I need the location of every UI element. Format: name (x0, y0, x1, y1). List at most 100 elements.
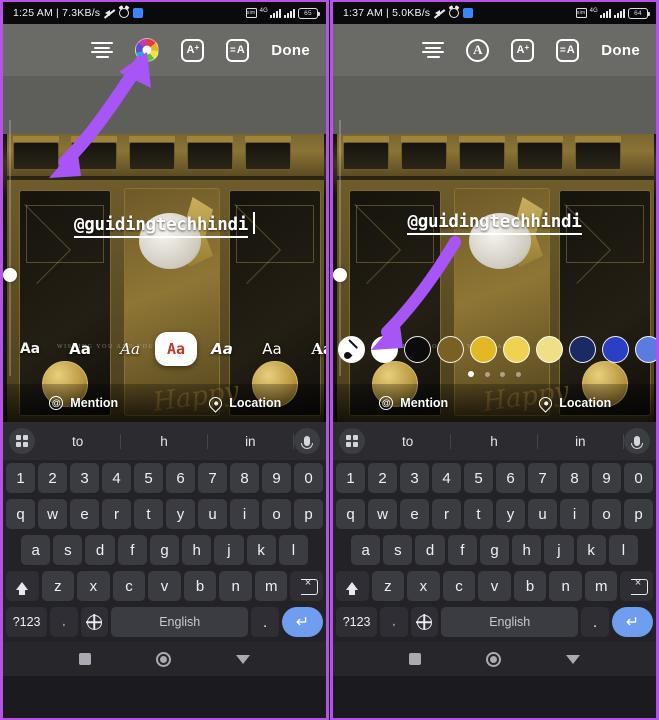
key-r[interactable]: r (102, 499, 131, 529)
symbols-key[interactable]: ?123 (6, 607, 48, 637)
overlay-text[interactable]: @guidingtechhindi (407, 212, 582, 235)
key-k[interactable]: k (576, 535, 606, 565)
location-button[interactable]: Location (495, 393, 657, 413)
key-t[interactable]: t (134, 499, 163, 529)
color-swatch-white[interactable] (371, 335, 398, 363)
key-5[interactable]: 5 (464, 463, 493, 493)
key-n[interactable]: n (219, 571, 252, 601)
font-option-3-selected[interactable]: Aa (155, 332, 197, 366)
color-swatch-blue[interactable] (602, 335, 629, 363)
done-button[interactable]: Done (601, 42, 640, 59)
key-g[interactable]: g (479, 535, 510, 565)
key-e[interactable]: e (70, 499, 99, 529)
emoji-comma-key[interactable]: , (50, 607, 78, 637)
overlay-text-container[interactable]: @guidingtechhindi (3, 212, 326, 238)
key-j[interactable]: j (544, 535, 574, 565)
key-q[interactable]: q (336, 499, 365, 529)
square-recents-icon[interactable] (409, 653, 422, 665)
key-i[interactable]: i (560, 499, 589, 529)
done-button[interactable]: Done (271, 42, 310, 59)
key-t[interactable]: t (464, 499, 493, 529)
slider-knob[interactable] (333, 268, 347, 282)
key-4[interactable]: 4 (102, 463, 131, 493)
color-swatch-navy[interactable] (569, 335, 596, 363)
key-8[interactable]: 8 (560, 463, 589, 493)
emoji-comma-key[interactable]: , (380, 607, 408, 637)
key-0[interactable]: 0 (294, 463, 323, 493)
eyedropper-swatch[interactable] (338, 335, 365, 363)
key-y[interactable]: y (166, 499, 195, 529)
text-style-icon[interactable]: = A (226, 38, 250, 62)
key-l[interactable]: l (608, 535, 638, 565)
key-1[interactable]: 1 (336, 463, 365, 493)
font-option-0[interactable]: Aa (5, 341, 55, 357)
key-3[interactable]: 3 (70, 463, 99, 493)
microphone-icon[interactable] (623, 428, 650, 454)
key-a[interactable]: a (21, 535, 51, 565)
text-effect-icon[interactable]: A + (181, 38, 205, 62)
symbols-key[interactable]: ?123 (336, 607, 378, 637)
key-x[interactable]: x (407, 571, 440, 601)
key-a[interactable]: a (351, 535, 381, 565)
mention-button[interactable]: @ Mention (3, 396, 165, 410)
apps-grid-icon[interactable] (339, 428, 365, 454)
key-z[interactable]: z (371, 571, 405, 601)
enter-icon[interactable]: ↵ (281, 607, 323, 637)
suggestion-2[interactable]: in (538, 433, 624, 449)
key-o[interactable]: o (592, 499, 621, 529)
key-m[interactable]: m (254, 571, 288, 601)
font-option-2[interactable]: Aa (105, 340, 155, 358)
key-f[interactable]: f (447, 535, 477, 565)
key-6[interactable]: 6 (166, 463, 195, 493)
key-u[interactable]: u (528, 499, 557, 529)
suggestion-2[interactable]: in (208, 433, 294, 449)
story-canvas-right[interactable]: WISHING YOU AND YOUR FAMILY Happy @guidi… (333, 76, 656, 422)
font-option-6[interactable]: Aa (297, 340, 326, 358)
color-wheel-icon[interactable] (135, 38, 160, 62)
key-8[interactable]: 8 (230, 463, 259, 493)
text-align-icon[interactable] (422, 42, 445, 58)
backspace-icon[interactable] (620, 571, 654, 601)
circle-home-icon[interactable] (155, 651, 171, 667)
space-key[interactable]: English (111, 607, 249, 637)
text-effect-icon[interactable]: A + (511, 38, 535, 62)
font-picker-row[interactable]: Aa Aa Aa Aa Aa Aa Aa (3, 328, 326, 370)
suggestion-0[interactable]: to (365, 433, 452, 449)
suggestion-0[interactable]: to (35, 433, 122, 449)
enter-icon[interactable]: ↵ (611, 607, 653, 637)
key-m[interactable]: m (584, 571, 618, 601)
key-3[interactable]: 3 (400, 463, 429, 493)
period-key[interactable]: . (251, 607, 279, 637)
color-swatch-gold[interactable] (470, 335, 497, 363)
shift-icon[interactable] (335, 571, 369, 601)
key-r[interactable]: r (432, 499, 461, 529)
color-swatch-black[interactable] (404, 335, 431, 363)
key-h[interactable]: h (512, 535, 542, 565)
key-c[interactable]: c (112, 571, 146, 601)
key-b[interactable]: b (513, 571, 547, 601)
key-z[interactable]: z (41, 571, 75, 601)
story-canvas-left[interactable]: WISHING YOU AND YOUR FAMILY Happy @guidi… (3, 76, 326, 422)
microphone-icon[interactable] (293, 428, 320, 454)
globe-icon[interactable] (410, 607, 439, 637)
space-key[interactable]: English (441, 607, 579, 637)
backspace-icon[interactable] (290, 571, 324, 601)
color-swatch-light-blue[interactable] (635, 335, 656, 363)
key-v[interactable]: v (478, 571, 511, 601)
key-e[interactable]: e (400, 499, 429, 529)
key-u[interactable]: u (198, 499, 227, 529)
mention-button[interactable]: @ Mention (333, 396, 495, 410)
key-h[interactable]: h (182, 535, 212, 565)
key-q[interactable]: q (6, 499, 35, 529)
circle-home-icon[interactable] (485, 651, 501, 667)
key-k[interactable]: k (246, 535, 276, 565)
font-option-4[interactable]: Aa (197, 340, 247, 358)
key-1[interactable]: 1 (6, 463, 35, 493)
circled-a-icon[interactable]: A (466, 38, 490, 62)
key-i[interactable]: i (230, 499, 259, 529)
key-c[interactable]: c (442, 571, 476, 601)
key-y[interactable]: y (496, 499, 525, 529)
color-swatch-dark-gold[interactable] (437, 335, 464, 363)
triangle-back-icon[interactable] (565, 654, 580, 664)
key-4[interactable]: 4 (432, 463, 461, 493)
